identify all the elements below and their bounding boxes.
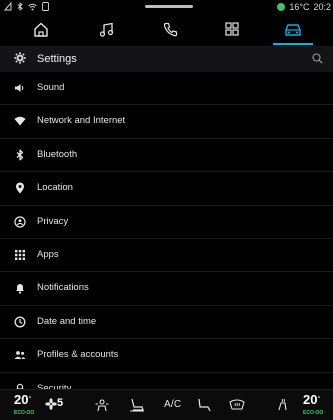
music-icon <box>99 22 113 37</box>
fan-icon[interactable] <box>45 398 57 410</box>
windshield-defrost-icon[interactable] <box>229 398 245 411</box>
left-temp-value: 20 <box>14 392 29 407</box>
page-title: Settings <box>37 53 77 65</box>
settings-item-date-time[interactable]: Date and time <box>0 306 333 340</box>
right-temp-value: 20 <box>303 392 318 407</box>
settings-item-label: Notifications <box>37 282 89 294</box>
outside-temperature: 16°C <box>289 2 310 12</box>
settings-item-sound[interactable]: Sound <box>0 72 333 106</box>
climate-bar: 20° ECO-OO 5 A/C 20° ECO-OO <box>0 389 333 420</box>
signal-icon <box>4 2 12 11</box>
settings-item-label: Date and time <box>37 315 97 327</box>
right-temperature[interactable]: 20° ECO-OO <box>303 392 323 416</box>
settings-item-label: Profiles & accounts <box>37 349 119 361</box>
settings-header: Settings <box>0 46 333 72</box>
shield-icon <box>14 215 26 228</box>
settings-item-bluetooth[interactable]: Bluetooth <box>0 139 333 173</box>
seat-heat-right-icon[interactable] <box>196 398 212 412</box>
right-eco-label: ECO-OO <box>303 410 324 416</box>
wifi-small-icon <box>28 3 37 10</box>
speaker-icon <box>15 84 24 92</box>
settings-item-network[interactable]: Network and Internet <box>0 105 333 139</box>
nav-music[interactable] <box>78 14 134 44</box>
gear-icon <box>14 52 26 64</box>
settings-item-label: Privacy <box>37 215 69 227</box>
nav-phone[interactable] <box>142 14 198 44</box>
nav-car[interactable] <box>265 14 321 45</box>
top-navigation <box>0 14 333 46</box>
settings-item-privacy[interactable]: Privacy <box>0 206 333 239</box>
nav-apps[interactable] <box>204 14 260 44</box>
apps-dots-icon <box>15 249 25 260</box>
seat-heat-left-icon[interactable] <box>129 398 145 412</box>
settings-item-label: Bluetooth <box>37 148 78 160</box>
clock-time: 20:2 <box>313 2 331 12</box>
fan-level: 5 <box>57 397 64 409</box>
phone-status-icon <box>42 2 49 11</box>
settings-item-label: Apps <box>37 248 59 260</box>
settings-item-label: Network and Internet <box>37 115 126 127</box>
settings-item-apps[interactable]: Apps <box>0 239 333 273</box>
ac-button[interactable]: A/C <box>164 399 181 410</box>
screen: 16°C 20:2 Settings Sound Network and Int… <box>0 0 333 420</box>
nav-home[interactable] <box>13 14 69 44</box>
settings-item-profiles[interactable]: Profiles & accounts <box>0 339 333 373</box>
wifi-icon <box>14 117 26 126</box>
settings-item-notifications[interactable]: Notifications <box>0 272 333 306</box>
location-pin-icon <box>16 182 24 194</box>
home-icon <box>34 22 48 37</box>
seat-ventilation-icon[interactable] <box>276 398 289 411</box>
status-indicator-dot <box>277 3 286 11</box>
people-icon <box>14 351 26 360</box>
clock-icon <box>14 316 26 328</box>
left-temp-unit: ° <box>28 396 32 403</box>
settings-item-location[interactable]: Location <box>0 172 333 206</box>
bell-icon <box>16 284 24 294</box>
status-icons <box>4 2 49 11</box>
left-eco-label: ECO-OO <box>14 410 35 416</box>
phone-icon <box>163 22 177 36</box>
left-temperature[interactable]: 20° ECO-OO <box>14 392 34 416</box>
drawer-handle[interactable] <box>145 5 193 8</box>
settings-item-label: Location <box>37 182 73 194</box>
air-distribution-icon[interactable] <box>95 398 109 412</box>
status-right: 16°C 20:2 <box>277 2 331 12</box>
apps-grid-icon <box>225 22 239 36</box>
status-bar: 16°C 20:2 <box>0 0 333 15</box>
settings-item-label: Sound <box>37 82 65 93</box>
right-temp-unit: ° <box>317 396 321 403</box>
car-icon <box>285 23 301 36</box>
search-icon[interactable] <box>312 53 323 64</box>
bluetooth-icon <box>16 149 24 161</box>
bluetooth-small-icon <box>17 2 23 11</box>
settings-list: Sound Network and Internet Bluetooth Loc… <box>0 72 333 406</box>
